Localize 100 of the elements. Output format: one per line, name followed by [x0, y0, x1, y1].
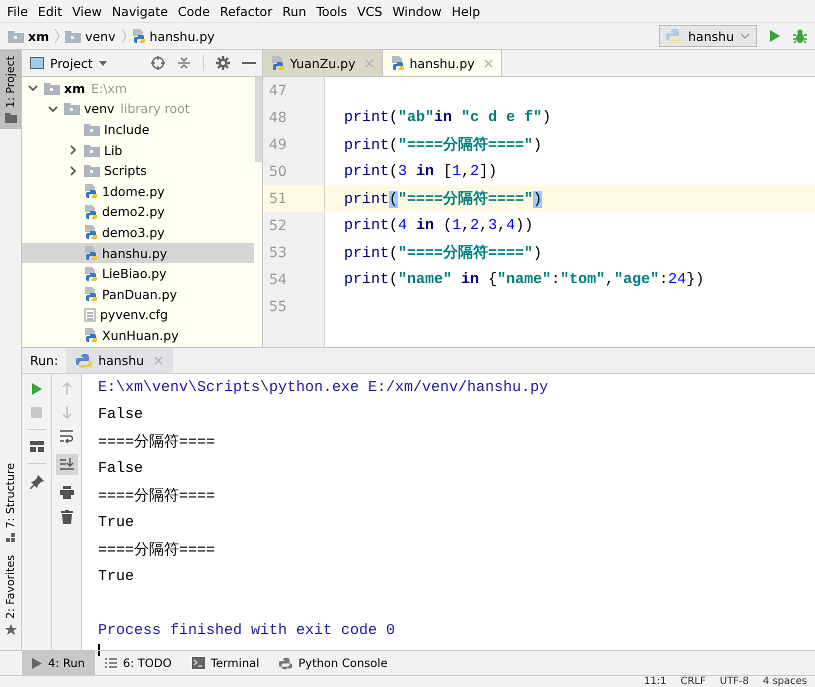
project-view-dropdown[interactable]: Project: [30, 56, 107, 70]
menu-item[interactable]: Window: [387, 4, 447, 18]
code-line: print("====分隔符===="): [344, 191, 542, 208]
code-line: print("name" in {"name":"tom","age":24}): [344, 271, 704, 288]
python-file-icon: [84, 224, 98, 240]
python-file-icon: [84, 204, 98, 220]
console-line: True: [98, 513, 136, 533]
list-icon: [104, 658, 117, 668]
code-line: print(4 in (1,2,3,4)): [344, 217, 534, 234]
layout-icon[interactable]: [30, 441, 44, 452]
chevron-down-icon[interactable]: [28, 83, 38, 94]
run-tab[interactable]: hanshu: [66, 348, 174, 373]
chevron-down-icon: [740, 33, 750, 39]
collapse-icon[interactable]: [177, 56, 191, 70]
tree-item[interactable]: demo2.py: [62, 202, 254, 222]
tree-item[interactable]: Lib: [62, 140, 254, 160]
tree-item[interactable]: hanshu.py: [22, 242, 254, 264]
tool-window-tab[interactable]: 2: Favorites: [0, 549, 21, 642]
tree-item[interactable]: LieBiao.py: [62, 263, 254, 284]
console-line: True: [98, 567, 136, 587]
text-file-icon: [84, 308, 96, 322]
tool-window-tab[interactable]: 1: Project: [0, 50, 21, 129]
python-file-icon: [271, 55, 285, 71]
tool-window-tab[interactable]: 7: Structure: [0, 456, 21, 550]
console-line: ====分隔符====: [98, 487, 216, 507]
menu-item[interactable]: Run: [277, 4, 312, 18]
tool-window-button[interactable]: Python Console: [269, 651, 398, 675]
line-number: 52: [263, 212, 325, 239]
chevron-right-icon[interactable]: [68, 166, 78, 176]
menu-item[interactable]: View: [67, 4, 107, 18]
menu-item[interactable]: Tools: [311, 4, 352, 18]
pin-icon[interactable]: [30, 475, 44, 489]
line-number: 47: [263, 77, 325, 104]
python-file-icon: [390, 55, 404, 71]
bug-icon[interactable]: [793, 28, 807, 44]
menu-item[interactable]: Refactor: [214, 4, 278, 18]
structure-icon: [6, 533, 16, 544]
console-line: E:\xm\venv\Scripts\python.exe E:/xm/venv/hanshu.py: [98, 378, 550, 398]
python-file-icon: [84, 183, 98, 200]
rerun-icon[interactable]: [30, 382, 42, 396]
folder-icon: [65, 30, 82, 42]
terminal-icon: [192, 657, 205, 669]
breadcrumb[interactable]: hanshu.py: [150, 28, 215, 44]
line-number: 50: [263, 158, 325, 185]
tree-item[interactable]: 1dome.py: [62, 180, 254, 202]
chevron-right-icon[interactable]: [68, 145, 78, 156]
tool-window-button[interactable]: 6: TODO: [94, 651, 182, 675]
text-cursor: [98, 644, 100, 656]
console-line: Process finished with exit code 0: [98, 621, 396, 641]
breadcrumb[interactable]: venv: [85, 28, 116, 44]
scrollbar[interactable]: [255, 77, 262, 162]
tree-item[interactable]: PanDuan.py: [62, 284, 254, 305]
code-line: print("====分隔符===="): [344, 245, 542, 262]
menu-item[interactable]: VCS: [352, 4, 388, 18]
python-icon: [666, 28, 682, 44]
folder-icon: [44, 82, 60, 95]
status-item[interactable]: 11:1: [644, 676, 666, 687]
status-item[interactable]: UTF-8: [720, 676, 749, 687]
menu-item[interactable]: Edit: [32, 4, 68, 18]
run-config-dropdown[interactable]: hanshu: [659, 25, 757, 47]
path-hint: E:\xm: [91, 80, 127, 96]
tree-item[interactable]: XunHuan.py: [62, 325, 254, 346]
tool-window-button[interactable]: Terminal: [182, 651, 270, 675]
tree-item[interactable]: xm E:\xm: [22, 78, 254, 99]
separator-icon: [54, 28, 60, 44]
tree-item[interactable]: demo3.py: [62, 222, 254, 243]
status-item[interactable]: CRLF: [680, 676, 706, 687]
editor-tab[interactable]: YuanZu.py: [263, 50, 382, 76]
run-icon[interactable]: [769, 29, 781, 43]
path-hint: library root: [120, 101, 190, 116]
tree-item[interactable]: Include: [62, 119, 254, 140]
folder-icon: [84, 144, 100, 157]
locate-icon[interactable]: [151, 56, 165, 70]
settings-icon[interactable]: [216, 56, 230, 70]
python-file-icon: [84, 286, 98, 302]
run-label: Run:: [29, 353, 60, 368]
python-file-icon: [132, 28, 146, 44]
folder-icon: [64, 102, 80, 116]
window-icon: [30, 57, 44, 69]
console-line: False: [98, 459, 144, 479]
menu-item[interactable]: Help: [446, 4, 486, 18]
print-icon[interactable]: [60, 486, 74, 499]
status-item[interactable]: 4 spaces: [762, 676, 807, 687]
menu-item[interactable]: File: [2, 4, 33, 18]
tree-item[interactable]: venv library root: [42, 98, 254, 120]
tree-item[interactable]: pyvenv.cfg: [62, 304, 254, 326]
minimize-icon[interactable]: [242, 61, 256, 65]
python-icon: [279, 656, 292, 670]
tree-item[interactable]: Scripts: [62, 160, 254, 181]
tool-window-button[interactable]: 4: Run: [22, 651, 95, 675]
breadcrumb[interactable]: xm: [28, 28, 50, 44]
trash-icon[interactable]: [60, 510, 72, 524]
menu-item[interactable]: Code: [172, 4, 215, 18]
editor-tab[interactable]: hanshu.py: [382, 50, 502, 76]
menu-item[interactable]: Navigate: [106, 4, 173, 18]
python-file-icon: [84, 245, 98, 262]
scroll-to-end-button[interactable]: [56, 454, 78, 475]
chevron-down-icon[interactable]: [48, 104, 58, 114]
soft-wrap-icon[interactable]: [60, 430, 74, 443]
code-line: print(3 in [1,2]): [344, 163, 498, 180]
